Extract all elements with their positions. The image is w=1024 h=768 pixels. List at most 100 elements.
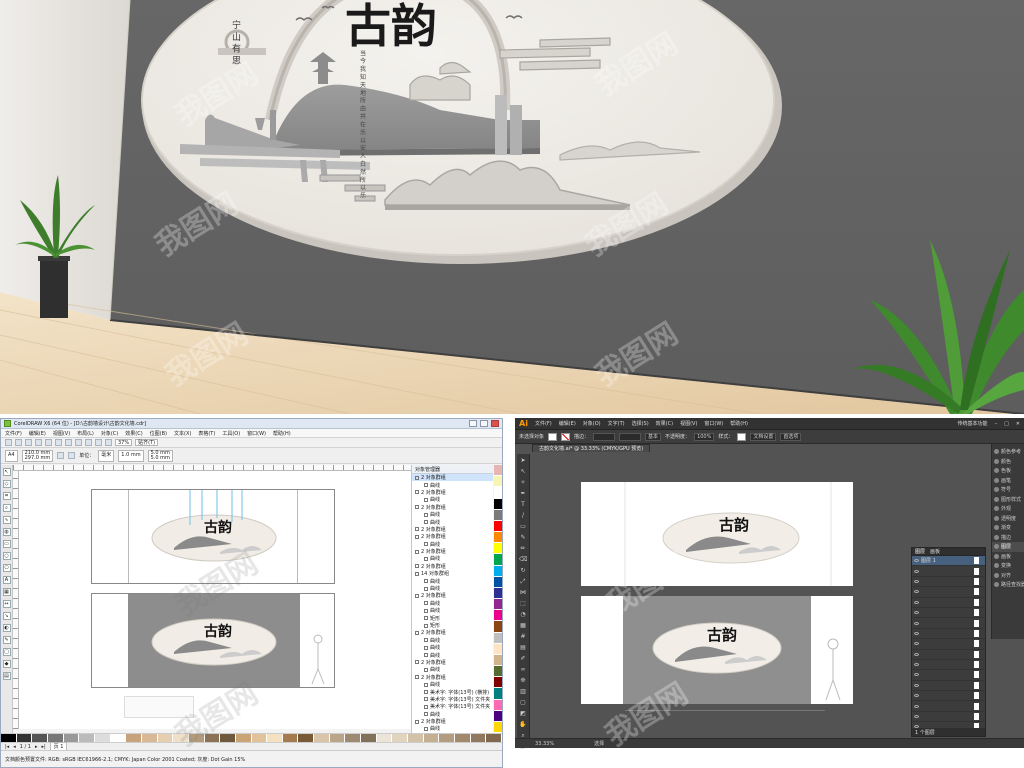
import-icon[interactable]: [95, 439, 102, 446]
pick-tool-icon[interactable]: ↖: [2, 468, 11, 476]
artboard-gray-version[interactable]: 古韵: [91, 593, 335, 688]
ai-menu-item[interactable]: 窗口(W): [704, 420, 723, 427]
color-swatch[interactable]: [494, 532, 502, 544]
graphic-style-swatch[interactable]: [737, 432, 747, 441]
layer-row[interactable]: [912, 618, 985, 629]
color-swatch[interactable]: [494, 721, 502, 734]
object-tree-row[interactable]: 曲线: [412, 555, 493, 562]
color-swatch[interactable]: [494, 465, 502, 477]
slice-tool-icon[interactable]: ◩: [519, 710, 527, 717]
visibility-eye-icon[interactable]: [914, 631, 919, 635]
object-tree-row[interactable]: 曲线: [412, 725, 493, 732]
landscape-icon[interactable]: [68, 452, 76, 459]
corel-menu-item[interactable]: 编辑(E): [29, 430, 46, 437]
corel-menu-item[interactable]: 文本(X): [174, 430, 191, 437]
eraser-tool-icon[interactable]: ⌫: [519, 556, 527, 563]
color-swatch[interactable]: [494, 554, 502, 566]
duplicate-distance-field[interactable]: 5.0 mm 5.0 mm: [147, 449, 173, 462]
direct-selection-tool-icon[interactable]: ↖: [519, 468, 527, 475]
color-swatch[interactable]: [486, 734, 502, 742]
object-tree-row[interactable]: 曲线: [412, 585, 493, 592]
blend-tool-icon[interactable]: ∞: [519, 666, 527, 673]
panel-launcher[interactable]: 颜色: [992, 457, 1024, 467]
eyedropper-icon[interactable]: ✐: [519, 655, 527, 662]
visibility-eye-icon[interactable]: [914, 621, 919, 625]
object-tree-row[interactable]: 曲线: [412, 644, 493, 651]
layer-row[interactable]: [912, 681, 985, 692]
smart-fill-icon[interactable]: ◍: [2, 528, 11, 536]
visibility-eye-icon[interactable]: [914, 715, 919, 719]
panel-launcher[interactable]: 色板: [992, 466, 1024, 476]
polygon-tool-icon[interactable]: ⬠: [2, 564, 11, 572]
magic-wand-icon[interactable]: ✧: [519, 479, 527, 486]
fill-tool-icon[interactable]: ◆: [2, 660, 11, 668]
zoom-status[interactable]: 33.33%: [535, 741, 554, 747]
paper-size-dropdown[interactable]: A4: [5, 449, 18, 462]
color-swatch[interactable]: [173, 734, 189, 742]
crop-tool-icon[interactable]: ⌗: [2, 492, 11, 500]
color-swatch[interactable]: [329, 734, 346, 742]
visibility-eye-icon[interactable]: [914, 590, 919, 594]
corel-menu-item[interactable]: 布局(L): [77, 430, 94, 437]
object-tree-row[interactable]: 美术字: 字体(13号) (横排): [412, 688, 493, 696]
object-tree-row[interactable]: 2 对象群组: [412, 563, 493, 570]
layer-row[interactable]: [912, 577, 985, 588]
eyedropper-icon[interactable]: ✎: [2, 636, 11, 644]
prev-page-icon[interactable]: ◂: [13, 744, 16, 750]
scale-tool-icon[interactable]: ⤢: [519, 578, 527, 585]
corel-drawing-canvas[interactable]: 古韵 古韵: [19, 471, 411, 729]
export-icon[interactable]: [105, 439, 112, 446]
layer-row[interactable]: [912, 598, 985, 608]
visibility-eye-icon[interactable]: [914, 652, 919, 656]
ai-menu-item[interactable]: 效果(C): [656, 420, 673, 427]
layer-row[interactable]: [912, 712, 985, 723]
table-tool-icon[interactable]: ▦: [2, 588, 11, 596]
maximize-button[interactable]: [480, 420, 488, 427]
print-icon[interactable]: [35, 439, 42, 446]
redo-icon[interactable]: [85, 439, 92, 446]
object-tree-row[interactable]: 2 对象群组: [412, 533, 493, 540]
outline-tool-icon[interactable]: ▢: [2, 648, 11, 656]
interactive-fill-icon[interactable]: ▤: [2, 672, 11, 680]
snap-to-dropdown[interactable]: 贴齐(T): [135, 439, 159, 446]
color-swatch[interactable]: [494, 509, 502, 521]
color-swatch[interactable]: [251, 734, 268, 742]
color-swatch[interactable]: [157, 734, 174, 742]
color-swatch[interactable]: [494, 632, 502, 644]
close-button[interactable]: [491, 420, 499, 427]
color-swatch[interactable]: [494, 487, 502, 499]
panel-launcher[interactable]: 图层: [992, 542, 1024, 552]
corel-menu-item[interactable]: 帮助(H): [273, 430, 291, 437]
color-swatch[interactable]: [235, 734, 252, 742]
color-swatch[interactable]: [494, 587, 502, 600]
color-swatch[interactable]: [494, 476, 502, 488]
ai-menu-item[interactable]: 文件(F): [535, 420, 552, 427]
column-graph-icon[interactable]: ▥: [519, 688, 527, 695]
color-swatch[interactable]: [494, 699, 502, 711]
color-swatch[interactable]: [94, 734, 111, 742]
opacity-field[interactable]: 100%: [694, 432, 715, 441]
color-swatch[interactable]: [439, 734, 456, 742]
object-tree-row[interactable]: 2 对象群组: [412, 592, 493, 599]
layer-row[interactable]: [912, 639, 985, 650]
panel-launcher[interactable]: 符号: [992, 485, 1024, 495]
portrait-icon[interactable]: [57, 452, 65, 459]
color-swatch[interactable]: [494, 710, 502, 722]
panel-launcher[interactable]: 画笔: [992, 476, 1024, 486]
color-swatch[interactable]: [494, 643, 502, 655]
maximize-button[interactable]: □: [1004, 421, 1009, 427]
color-swatch[interactable]: [494, 543, 502, 555]
object-tree-row[interactable]: 2 对象群组: [412, 629, 493, 636]
object-tree-row[interactable]: 2 对象群组: [412, 474, 493, 482]
panel-launcher[interactable]: 画板: [992, 552, 1024, 562]
panel-launcher[interactable]: 路径查找器: [992, 580, 1024, 590]
color-swatch[interactable]: [188, 734, 205, 742]
visibility-eye-icon[interactable]: [914, 704, 919, 708]
freehand-tool-icon[interactable]: ∿: [2, 516, 11, 524]
color-swatch[interactable]: [79, 734, 95, 742]
ellipse-tool-icon[interactable]: ○: [2, 552, 11, 560]
new-document-icon[interactable]: [5, 439, 12, 446]
visibility-eye-icon[interactable]: [914, 579, 919, 583]
paste-icon[interactable]: [65, 439, 72, 446]
layer-row[interactable]: 图层 1: [912, 556, 985, 567]
